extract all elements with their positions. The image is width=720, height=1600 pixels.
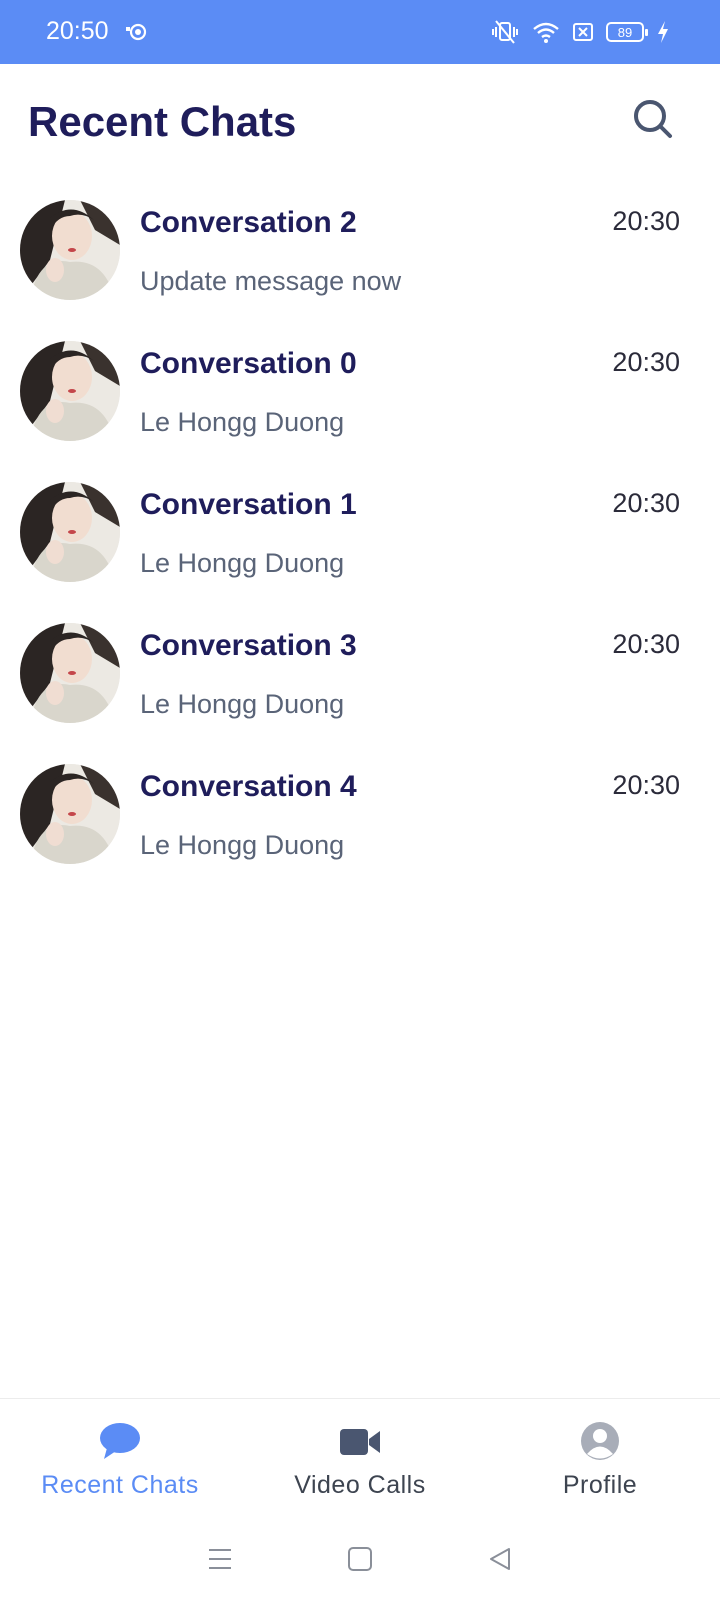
battery-level: 89 [617,24,633,40]
status-bar: 20:50 89 [0,0,720,64]
chat-preview: Update message now [140,266,402,296]
avatar [20,200,120,300]
avatar [20,623,120,723]
chat-bubble-icon [98,1421,142,1461]
avatar [20,341,120,441]
search-icon [634,100,672,138]
search-button[interactable] [630,96,676,142]
nav-profile[interactable]: Profile [480,1399,720,1518]
chat-item[interactable]: Conversation 3 20:30 Le Hongg Duong [0,613,720,754]
chat-preview: Le Hongg Duong [140,689,345,719]
avatar [20,764,120,864]
chat-time: 20:30 [612,629,680,659]
chat-name: Conversation 1 [140,488,357,521]
chat-time: 20:30 [612,206,680,236]
status-icons: 89 [490,18,670,46]
chat-item[interactable]: Conversation 1 20:30 Le Hongg Duong [0,472,720,613]
chat-time: 20:30 [612,488,680,518]
menu-button[interactable] [200,1539,240,1579]
page-title: Recent Chats [28,98,297,145]
chat-time: 20:30 [612,770,680,800]
battery-icon: 89 [606,22,648,42]
nav-recent-chats[interactable]: Recent Chats [0,1399,240,1518]
back-triangle-icon [490,1548,510,1570]
nav-label: Video Calls [294,1471,426,1499]
nav-label: Profile [562,1471,638,1499]
chat-item[interactable]: Conversation 4 20:30 Le Hongg Duong [0,754,720,895]
chat-name: Conversation 4 [140,770,357,803]
vibrate-icon [490,19,520,45]
back-button[interactable] [480,1539,520,1579]
home-square-icon [348,1547,372,1571]
video-camera-icon [338,1421,382,1461]
sim-icon [572,21,594,43]
nav-video-calls[interactable]: Video Calls [240,1399,480,1518]
chat-name: Conversation 0 [140,347,357,380]
system-nav-bar [0,1518,720,1600]
wifi-icon [532,20,560,44]
nav-label: Recent Chats [41,1471,199,1499]
home-button[interactable] [340,1539,380,1579]
chat-item[interactable]: Conversation 0 20:30 Le Hongg Duong [0,331,720,472]
menu-icon [209,1549,231,1569]
profile-icon [578,1421,622,1461]
avatar [20,482,120,582]
chat-item[interactable]: Conversation 2 20:30 Update message now [0,190,720,331]
chat-time: 20:30 [612,347,680,377]
notification-icon [124,21,148,43]
status-time: 20:50 [46,17,109,45]
charging-icon [656,20,670,44]
header: Recent Chats [0,64,720,184]
chat-list: Conversation 2 20:30 Update message now … [0,190,720,895]
chat-preview: Le Hongg Duong [140,407,345,437]
chat-name: Conversation 3 [140,629,357,662]
chat-name: Conversation 2 [140,206,357,239]
chat-preview: Le Hongg Duong [140,830,345,860]
bottom-nav: Recent Chats Video Calls Profile [0,1398,720,1518]
chat-preview: Le Hongg Duong [140,548,345,578]
